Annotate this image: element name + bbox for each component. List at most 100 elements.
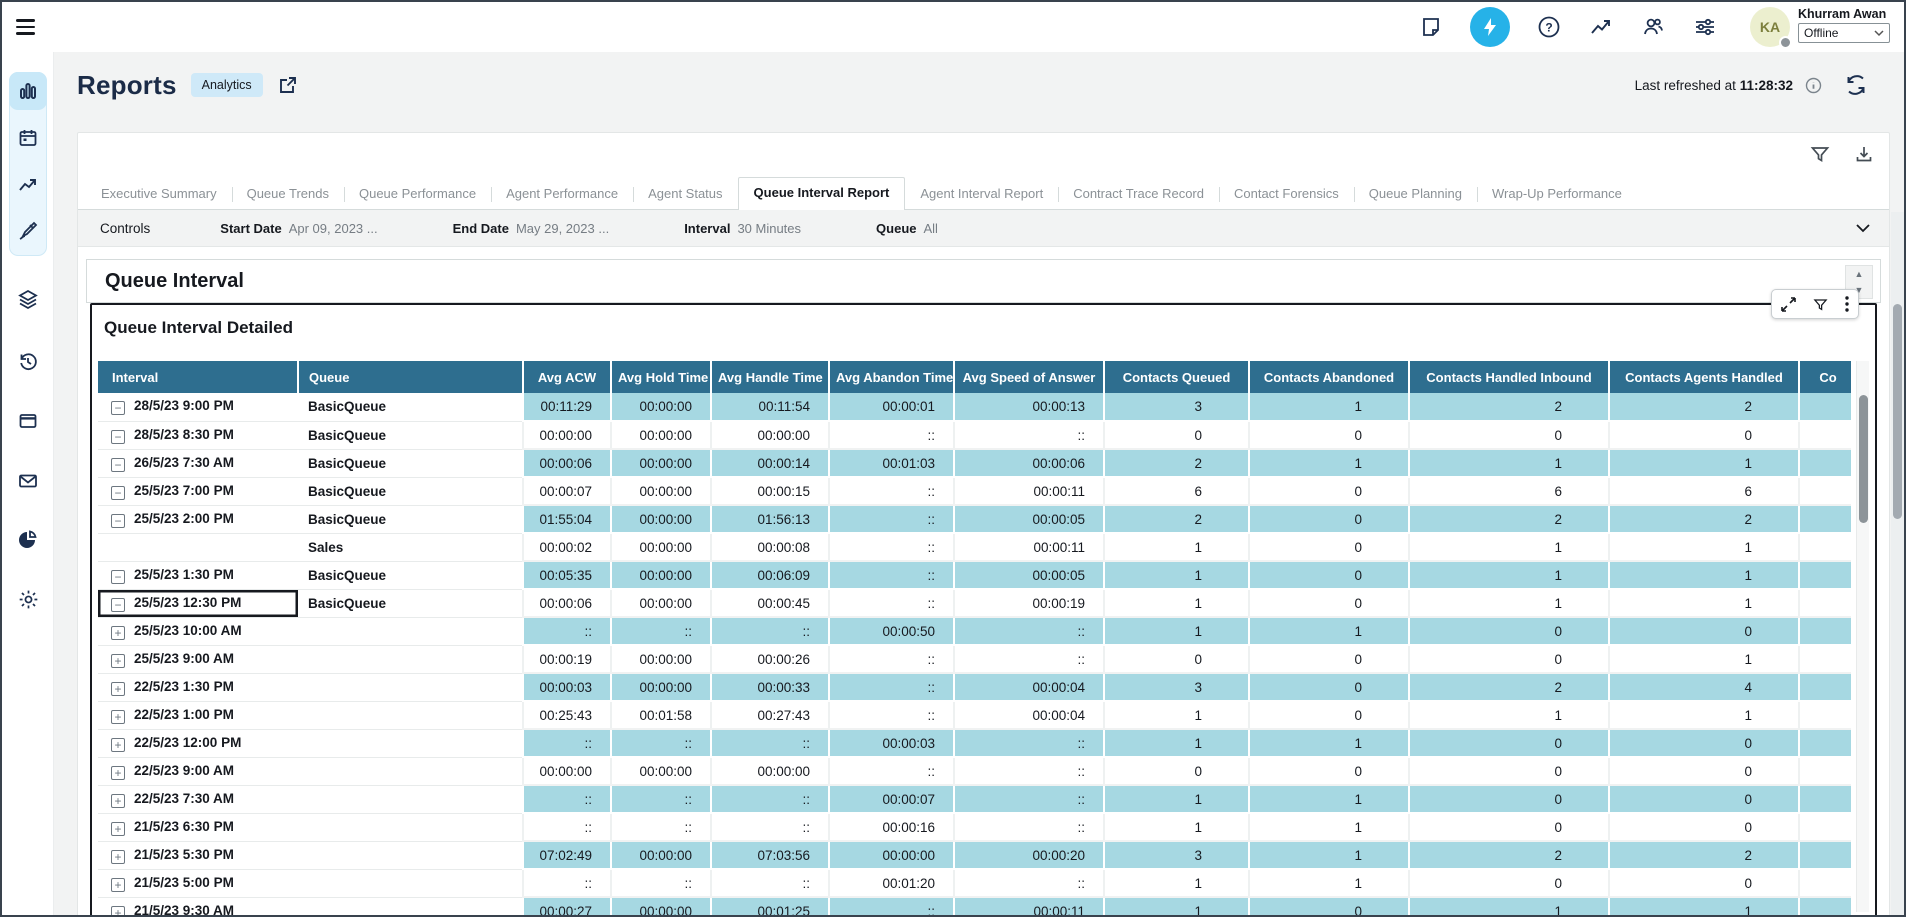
- filter-visual-icon[interactable]: [1813, 297, 1828, 312]
- table-row[interactable]: +22/5/23 7:30 AM::::::00:00:07::1100: [98, 785, 1851, 813]
- page-scrollbar-thumb[interactable]: [1893, 304, 1902, 519]
- interval-cell[interactable]: +25/5/23 9:00 AM: [98, 645, 298, 673]
- bar-chart-icon[interactable]: [9, 72, 47, 110]
- expand-row-icon[interactable]: +: [111, 682, 125, 696]
- controls-collapse-chevron-icon[interactable]: [1855, 223, 1871, 233]
- control-start-date[interactable]: Start DateApr 09, 2023 ...: [220, 221, 377, 236]
- metrics-icon[interactable]: [1588, 14, 1614, 40]
- interval-cell[interactable]: +22/5/23 9:00 AM: [98, 757, 298, 785]
- expand-row-icon[interactable]: +: [111, 766, 125, 780]
- pie-chart-icon[interactable]: [9, 520, 47, 558]
- table-row[interactable]: +21/5/23 9:30 AM00:00:2700:00:0000:01:25…: [98, 897, 1851, 917]
- expand-row-icon[interactable]: +: [111, 654, 125, 668]
- table-vertical-scrollbar[interactable]: [1856, 361, 1869, 912]
- expand-row-icon[interactable]: +: [111, 794, 125, 808]
- window-icon[interactable]: [9, 402, 47, 440]
- table-row[interactable]: +22/5/23 12:00 PM::::::00:00:03::1100: [98, 729, 1851, 757]
- interval-cell[interactable]: [98, 533, 298, 561]
- expand-row-icon[interactable]: +: [111, 710, 125, 724]
- tab-queue-planning[interactable]: Queue Planning: [1354, 179, 1477, 209]
- interval-cell[interactable]: +22/5/23 1:00 PM: [98, 701, 298, 729]
- sliders-icon[interactable]: [1692, 14, 1718, 40]
- table-row[interactable]: Sales00:00:0200:00:0000:00:08::00:00:111…: [98, 533, 1851, 561]
- interval-cell[interactable]: −28/5/23 8:30 PM: [98, 421, 298, 449]
- realtime-metrics-active-icon[interactable]: [1470, 7, 1510, 47]
- history-icon[interactable]: [9, 342, 47, 380]
- table-row[interactable]: −26/5/23 7:30 AMBasicQueue00:00:0600:00:…: [98, 449, 1851, 477]
- external-link-icon[interactable]: [277, 75, 298, 96]
- column-header-avg-speed-of-answer[interactable]: Avg Speed of Answer: [954, 361, 1104, 393]
- mail-icon[interactable]: [9, 462, 47, 500]
- refresh-icon[interactable]: [1844, 73, 1868, 97]
- column-header-co[interactable]: Co: [1799, 361, 1851, 393]
- table-row[interactable]: −28/5/23 8:30 PMBasicQueue00:00:0000:00:…: [98, 421, 1851, 449]
- spinner-up-icon[interactable]: ▲: [1846, 266, 1872, 282]
- table-row[interactable]: −28/5/23 9:00 PMBasicQueue00:11:2900:00:…: [98, 393, 1851, 421]
- status-select[interactable]: Offline: [1798, 23, 1890, 43]
- avatar[interactable]: KA: [1750, 7, 1790, 47]
- table-row[interactable]: −25/5/23 7:00 PMBasicQueue00:00:0700:00:…: [98, 477, 1851, 505]
- tab-agent-status[interactable]: Agent Status: [633, 179, 737, 209]
- info-icon[interactable]: [1805, 77, 1822, 94]
- tab-agent-performance[interactable]: Agent Performance: [491, 179, 633, 209]
- column-header-queue[interactable]: Queue: [298, 361, 523, 393]
- tab-contract-trace-record[interactable]: Contract Trace Record: [1058, 179, 1219, 209]
- collapse-row-icon[interactable]: −: [111, 430, 125, 444]
- settings-icon[interactable]: [9, 580, 47, 618]
- line-chart-icon[interactable]: [9, 166, 47, 204]
- expand-icon[interactable]: [1781, 297, 1796, 312]
- design-icon[interactable]: [9, 212, 47, 250]
- interval-cell[interactable]: −25/5/23 1:30 PM: [98, 561, 298, 589]
- column-header-avg-handle-time[interactable]: Avg Handle Time: [711, 361, 829, 393]
- users-icon[interactable]: [1640, 14, 1666, 40]
- table-row[interactable]: +22/5/23 1:30 PM00:00:0300:00:0000:00:33…: [98, 673, 1851, 701]
- table-row[interactable]: +21/5/23 6:30 PM::::::00:00:16::1100: [98, 813, 1851, 841]
- page-vertical-scrollbar[interactable]: [1891, 212, 1904, 915]
- tab-wrap-up-performance[interactable]: Wrap-Up Performance: [1477, 179, 1637, 209]
- layers-icon[interactable]: [9, 280, 47, 318]
- download-icon[interactable]: [1853, 143, 1875, 165]
- table-row[interactable]: +22/5/23 9:00 AM00:00:0000:00:0000:00:00…: [98, 757, 1851, 785]
- interval-cell[interactable]: +21/5/23 5:30 PM: [98, 841, 298, 869]
- collapse-row-icon[interactable]: −: [111, 514, 125, 528]
- help-icon[interactable]: ?: [1536, 14, 1562, 40]
- collapse-row-icon[interactable]: −: [111, 458, 125, 472]
- collapse-row-icon[interactable]: −: [111, 570, 125, 584]
- tab-agent-interval-report[interactable]: Agent Interval Report: [905, 179, 1058, 209]
- calendar-icon[interactable]: [9, 119, 47, 157]
- table-row[interactable]: −25/5/23 12:30 PMBasicQueue00:00:0600:00…: [98, 589, 1851, 617]
- tab-queue-interval-report[interactable]: Queue Interval Report: [738, 177, 906, 210]
- column-header-avg-hold-time[interactable]: Avg Hold Time: [611, 361, 711, 393]
- table-row[interactable]: +25/5/23 10:00 AM::::::00:00:50::1100: [98, 617, 1851, 645]
- expand-row-icon[interactable]: +: [111, 906, 125, 917]
- interval-cell[interactable]: −28/5/23 9:00 PM: [98, 393, 298, 421]
- expand-row-icon[interactable]: +: [111, 878, 125, 892]
- expand-row-icon[interactable]: +: [111, 822, 125, 836]
- column-header-contacts-handled-inbound[interactable]: Contacts Handled Inbound: [1409, 361, 1609, 393]
- table-row[interactable]: +25/5/23 9:00 AM00:00:1900:00:0000:00:26…: [98, 645, 1851, 673]
- control-end-date[interactable]: End DateMay 29, 2023 ...: [453, 221, 610, 236]
- interval-cell[interactable]: +22/5/23 1:30 PM: [98, 673, 298, 701]
- hamburger-menu-icon[interactable]: [16, 16, 42, 38]
- collapse-row-icon[interactable]: −: [111, 486, 125, 500]
- expand-row-icon[interactable]: +: [111, 850, 125, 864]
- interval-cell[interactable]: +22/5/23 7:30 AM: [98, 785, 298, 813]
- interval-cell[interactable]: +21/5/23 9:30 AM: [98, 897, 298, 917]
- table-row[interactable]: +22/5/23 1:00 PM00:25:4300:01:5800:27:43…: [98, 701, 1851, 729]
- column-header-contacts-queued[interactable]: Contacts Queued: [1104, 361, 1249, 393]
- interval-cell[interactable]: +25/5/23 10:00 AM: [98, 617, 298, 645]
- expand-row-icon[interactable]: +: [111, 626, 125, 640]
- expand-row-icon[interactable]: +: [111, 738, 125, 752]
- interval-cell[interactable]: −26/5/23 7:30 AM: [98, 449, 298, 477]
- filter-icon[interactable]: [1809, 143, 1831, 165]
- control-interval[interactable]: Interval30 Minutes: [684, 221, 801, 236]
- tab-executive-summary[interactable]: Executive Summary: [86, 179, 232, 209]
- column-header-avg-acw[interactable]: Avg ACW: [523, 361, 611, 393]
- interval-cell[interactable]: +21/5/23 5:00 PM: [98, 869, 298, 897]
- table-row[interactable]: −25/5/23 2:00 PMBasicQueue01:55:0400:00:…: [98, 505, 1851, 533]
- interval-cell[interactable]: +21/5/23 6:30 PM: [98, 813, 298, 841]
- table-scrollbar-thumb[interactable]: [1859, 395, 1868, 523]
- more-options-kebab-icon[interactable]: [1845, 296, 1849, 312]
- collapse-row-icon[interactable]: −: [111, 401, 125, 415]
- tab-queue-performance[interactable]: Queue Performance: [344, 179, 491, 209]
